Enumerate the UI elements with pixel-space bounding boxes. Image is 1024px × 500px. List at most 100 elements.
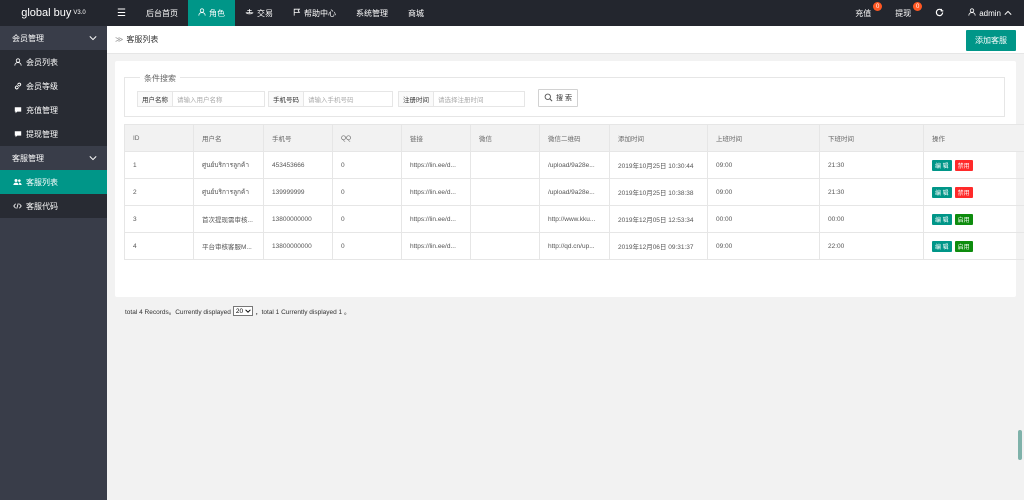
table-cell <box>470 205 540 233</box>
sidebar: 会员管理 会员列表 会员等级 充值管理 提现管理 客服管理 客服列表 客服代码 <box>0 26 107 500</box>
user-menu[interactable]: admin <box>956 0 1024 26</box>
topnav-item-label: 交易 <box>256 8 273 18</box>
sidebar-item-label: 会员列表 <box>26 57 58 67</box>
table-cell: 13800000000 <box>263 232 333 260</box>
sidebar-item-member-level[interactable]: 会员等级 <box>0 74 107 98</box>
refresh-button[interactable] <box>923 0 956 26</box>
pagination-summary: total 4 Records。Currently displayed <box>125 309 231 316</box>
edit-button[interactable]: 编 辑 <box>932 186 952 198</box>
table-cell: 0 <box>332 151 402 179</box>
service-table: ID 用户名 手机号 QQ 链接 微信 微信二维码 添加时间 上班时间 下班时间… <box>124 124 1024 260</box>
table-cell: 2019年12月06日 09:31:37 <box>609 232 708 260</box>
table-cell: 21:30 <box>819 151 924 179</box>
breadcrumb-current: 客服列表 <box>126 35 159 44</box>
register-time-input[interactable]: 请选择注册时间 <box>433 91 525 107</box>
table-cell: https://lin.ee/d... <box>401 151 471 179</box>
table-cell-actions: 编 辑禁用 <box>923 178 1024 206</box>
search-button[interactable]: 搜 索 <box>538 89 578 107</box>
sidebar-item-label: 客服代码 <box>26 201 58 211</box>
column-header: 上班时间 <box>707 124 820 152</box>
list-card: 条件搜索 用户名称 请输入用户名称 手机号码 请输入手机号码 注册时间 请选择注… <box>115 61 1024 316</box>
topnav-item-trade[interactable]: 交易 <box>235 0 283 26</box>
edit-button[interactable]: 编 辑 <box>932 159 952 171</box>
table-row: 2 ศูนย์บริการลูกค้า 139999999 0 https://lin.… <box>124 178 1024 206</box>
table-header-row: ID 用户名 手机号 QQ 链接 微信 微信二维码 添加时间 上班时间 下班时间… <box>124 124 1024 152</box>
topnav-item-label: 角色 <box>208 8 225 18</box>
disable-button[interactable]: 禁用 <box>954 186 973 198</box>
column-header: ID <box>124 124 194 152</box>
username-input[interactable]: 请输入用户名称 <box>172 91 265 107</box>
withdraw-label: 提现 <box>895 8 912 18</box>
table-cell: 0 <box>332 232 402 260</box>
table-cell: 09:00 <box>707 178 820 206</box>
table-cell: 139999999 <box>263 178 333 206</box>
topnav-item-help[interactable]: 帮助中心 <box>283 0 346 26</box>
user-icon <box>198 8 206 18</box>
app-logo[interactable]: global buy V3.0 <box>0 0 107 26</box>
column-header: 操作 <box>923 124 1024 152</box>
edit-button[interactable]: 编 辑 <box>932 240 952 252</box>
sidebar-item-service-code[interactable]: 客服代码 <box>0 194 107 218</box>
topnav-item-label: 帮助中心 <box>303 8 336 18</box>
add-service-button[interactable]: 添加客服 <box>966 30 1016 51</box>
chevron-down-icon <box>89 154 97 163</box>
sidebar-item-service-list[interactable]: 客服列表 <box>0 170 107 194</box>
recharge-link[interactable]: 充值 0 <box>843 0 883 26</box>
pagination: total 4 Records。Currently displayed 20 ，… <box>125 306 350 316</box>
phone-input[interactable]: 请输入手机号码 <box>303 91 393 107</box>
chevron-up-icon <box>1004 9 1012 18</box>
enable-button[interactable]: 启用 <box>954 213 973 225</box>
sidebar-item-label: 客服列表 <box>26 177 58 187</box>
refresh-icon <box>935 8 944 19</box>
table-cell-actions: 编 辑启用 <box>923 232 1024 260</box>
app-version: V3.0 <box>73 10 86 16</box>
topnav-item-system[interactable]: 系统管理 <box>346 0 398 26</box>
enable-button[interactable]: 启用 <box>954 240 973 252</box>
table-cell: 21:30 <box>819 178 924 206</box>
topnav-item-mall[interactable]: 商城 <box>398 0 434 26</box>
scrollbar-thumb[interactable] <box>1018 430 1022 460</box>
sidebar-group-members[interactable]: 会员管理 <box>0 26 107 50</box>
top-nav: ☰ 后台首页 角色 交易 帮助中心 系统管理 商城 <box>107 0 434 26</box>
topnav-item-home[interactable]: 后台首页 <box>136 0 188 26</box>
table-cell: 3 <box>124 205 194 233</box>
table-row: 1 ศูนย์บริการลูกค้า 453453666 0 https://lin.… <box>124 151 1024 179</box>
table-cell <box>470 151 540 179</box>
table-cell: https://lin.ee/d... <box>401 178 471 206</box>
sidebar-item-recharge[interactable]: 充值管理 <box>0 98 107 122</box>
column-header: 下班时间 <box>819 124 924 152</box>
menu-toggle-button[interactable]: ☰ <box>107 0 136 26</box>
table-cell: 首次提现需审核... <box>193 205 264 233</box>
edit-button[interactable]: 编 辑 <box>932 213 952 225</box>
table-cell: 453453666 <box>263 151 333 179</box>
link-icon <box>13 82 22 90</box>
table-cell: 1 <box>124 151 194 179</box>
table-cell: 平台审核客服M... <box>193 232 264 260</box>
sidebar-item-member-list[interactable]: 会员列表 <box>0 50 107 74</box>
column-header: 链接 <box>401 124 471 152</box>
disable-button[interactable]: 禁用 <box>954 159 973 171</box>
table-cell: 2019年10月25日 10:30:44 <box>609 151 708 179</box>
main-content: ≫ 客服列表 添加客服 条件搜索 用户名称 请输入用户名称 手机号码 请输入手机… <box>107 26 1024 500</box>
table-cell: 09:00 <box>707 232 820 260</box>
chevron-down-icon <box>245 308 251 315</box>
table-cell-actions: 编 辑启用 <box>923 205 1024 233</box>
topnav-item-label: 后台首页 <box>145 8 178 18</box>
table-row: 4 平台审核客服M... 13800000000 0 https://lin.ee/d.… <box>124 232 1024 260</box>
sidebar-item-withdraw[interactable]: 提现管理 <box>0 122 107 146</box>
top-right-actions: 充值 0 提现 0 admin <box>843 0 1024 26</box>
page-size-select[interactable]: 20 <box>232 306 254 316</box>
table-cell <box>470 178 540 206</box>
withdraw-link[interactable]: 提现 0 <box>883 0 923 26</box>
topnav-item-role[interactable]: 角色 <box>187 0 235 26</box>
username-filter: 用户名称 请输入用户名称 <box>137 91 265 107</box>
sidebar-group-service[interactable]: 客服管理 <box>0 146 107 170</box>
table-cell: http://qd.cn/up... <box>539 232 610 260</box>
table-cell: 2 <box>124 178 194 206</box>
register-time-filter: 注册时间 请选择注册时间 <box>398 91 525 107</box>
search-icon <box>544 93 553 104</box>
user-icon <box>968 8 976 18</box>
table-cell-actions: 编 辑禁用 <box>923 151 1024 179</box>
menu-icon: ☰ <box>117 7 126 19</box>
table-cell: 00:00 <box>819 205 924 233</box>
